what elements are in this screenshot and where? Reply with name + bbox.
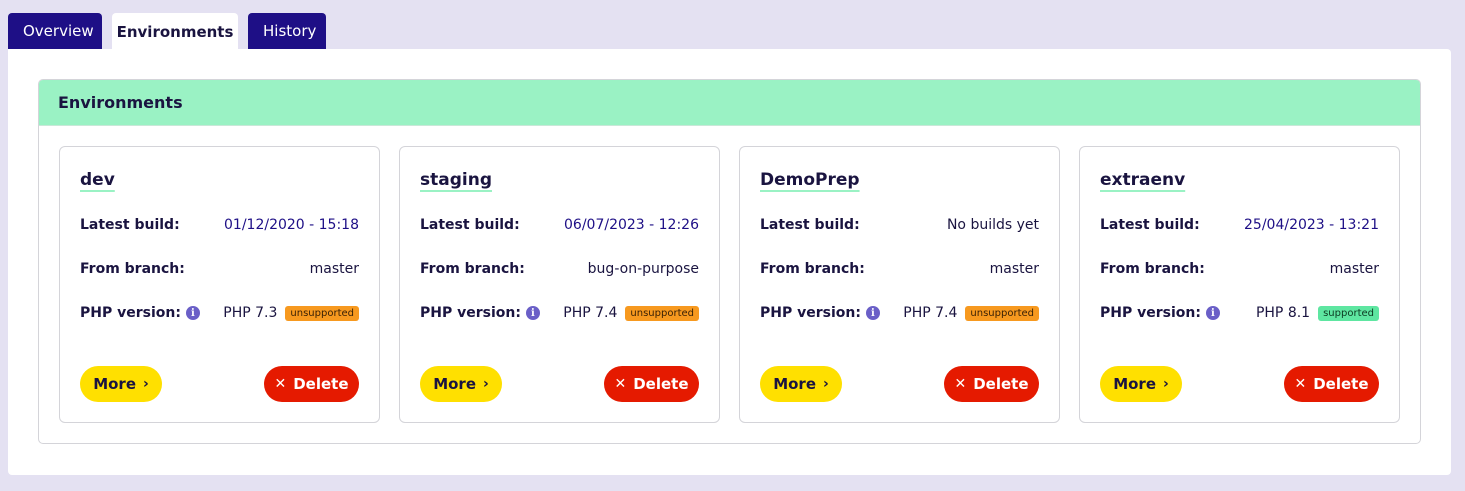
delete-button[interactable]: ✕ Delete: [1284, 366, 1379, 402]
environment-name[interactable]: extraenv: [1100, 170, 1185, 190]
delete-button[interactable]: ✕ Delete: [264, 366, 359, 402]
close-icon: ✕: [614, 376, 627, 392]
tab-environments[interactable]: Environments: [112, 13, 238, 50]
environment-name[interactable]: dev: [80, 170, 115, 190]
info-icon[interactable]: i: [185, 306, 200, 320]
php-version-label-text: PHP version:: [420, 305, 521, 321]
status-badge: unsupported: [625, 305, 699, 321]
latest-build-row: Latest build: 06/07/2023 - 12:26: [420, 217, 699, 233]
branch-label: From branch:: [1100, 261, 1205, 277]
environment-card: DemoPrep Latest build: No builds yet Fro…: [739, 146, 1060, 423]
latest-build-row: Latest build: No builds yet: [760, 217, 1039, 233]
latest-build-label: Latest build:: [80, 217, 180, 233]
latest-build-label: Latest build:: [760, 217, 860, 233]
php-version-row: PHP version: i PHP 7.4 unsupported: [420, 305, 699, 321]
status-badge: supported: [1318, 305, 1379, 321]
more-button-label: More: [93, 375, 137, 393]
section-title: Environments: [39, 80, 1420, 126]
latest-build-label: Latest build:: [1100, 217, 1200, 233]
tab-panel: Environments dev Latest build: 01/12/202…: [8, 49, 1451, 475]
close-icon: ✕: [1294, 376, 1307, 392]
php-version-value: PHP 7.4 unsupported: [903, 305, 1039, 321]
delete-button-label: Delete: [1313, 375, 1369, 393]
delete-button[interactable]: ✕ Delete: [944, 366, 1039, 402]
more-button[interactable]: More ›: [760, 366, 842, 402]
info-icon[interactable]: i: [1205, 306, 1220, 320]
chevron-right-icon: ›: [1163, 376, 1169, 392]
environment-card: staging Latest build: 06/07/2023 - 12:26…: [399, 146, 720, 423]
close-icon: ✕: [954, 376, 967, 392]
more-button-label: More: [773, 375, 817, 393]
close-icon: ✕: [274, 376, 287, 392]
chevron-right-icon: ›: [483, 376, 489, 392]
branch-row: From branch: master: [1100, 261, 1379, 277]
php-version-value: PHP 7.3 unsupported: [223, 305, 359, 321]
delete-button-label: Delete: [973, 375, 1029, 393]
more-button[interactable]: More ›: [80, 366, 162, 402]
php-version-label: PHP version: i: [80, 305, 200, 321]
php-version-text: PHP 7.4: [563, 305, 618, 321]
php-version-label-text: PHP version:: [80, 305, 181, 321]
latest-build-value: No builds yet: [946, 217, 1039, 233]
php-version-value: PHP 8.1 supported: [1256, 305, 1379, 321]
status-badge: unsupported: [285, 305, 359, 321]
tab-history[interactable]: History: [248, 13, 326, 49]
php-version-row: PHP version: i PHP 7.3 unsupported: [80, 305, 359, 321]
latest-build-value: 01/12/2020 - 15:18: [224, 217, 359, 233]
chevron-right-icon: ›: [143, 376, 149, 392]
more-button-label: More: [1113, 375, 1157, 393]
latest-build-row: Latest build: 25/04/2023 - 13:21: [1100, 217, 1379, 233]
branch-label: From branch:: [420, 261, 525, 277]
more-button[interactable]: More ›: [420, 366, 502, 402]
more-button-label: More: [433, 375, 477, 393]
branch-label: From branch:: [80, 261, 185, 277]
branch-value: bug-on-purpose: [587, 261, 699, 277]
tab-overview[interactable]: Overview: [8, 13, 102, 49]
branch-row: From branch: master: [80, 261, 359, 277]
status-badge: unsupported: [965, 305, 1039, 321]
php-version-label: PHP version: i: [760, 305, 880, 321]
php-version-text: PHP 7.3: [223, 305, 278, 321]
environments-section: Environments dev Latest build: 01/12/202…: [38, 79, 1421, 444]
environment-name[interactable]: staging: [420, 170, 492, 190]
environment-card: dev Latest build: 01/12/2020 - 15:18 Fro…: [59, 146, 380, 423]
php-version-row: PHP version: i PHP 8.1 supported: [1100, 305, 1379, 321]
delete-button-label: Delete: [293, 375, 349, 393]
php-version-value: PHP 7.4 unsupported: [563, 305, 699, 321]
latest-build-value: 06/07/2023 - 12:26: [564, 217, 699, 233]
delete-button-label: Delete: [633, 375, 689, 393]
branch-row: From branch: bug-on-purpose: [420, 261, 699, 277]
php-version-text: PHP 7.4: [903, 305, 958, 321]
info-icon[interactable]: i: [525, 306, 540, 320]
latest-build-value: 25/04/2023 - 13:21: [1244, 217, 1379, 233]
tab-bar: Overview Environments History: [8, 13, 326, 50]
php-version-text: PHP 8.1: [1255, 305, 1311, 321]
delete-button[interactable]: ✕ Delete: [604, 366, 699, 402]
latest-build-label: Latest build:: [420, 217, 520, 233]
more-button[interactable]: More ›: [1100, 366, 1182, 402]
environment-card: extraenv Latest build: 25/04/2023 - 13:2…: [1079, 146, 1400, 423]
branch-value: master: [1329, 261, 1379, 277]
php-version-label-text: PHP version:: [760, 305, 861, 321]
php-version-label-text: PHP version:: [1100, 305, 1201, 321]
branch-label: From branch:: [760, 261, 865, 277]
environment-name[interactable]: DemoPrep: [760, 170, 860, 190]
branch-value: master: [989, 261, 1039, 277]
php-version-label: PHP version: i: [420, 305, 540, 321]
php-version-row: PHP version: i PHP 7.4 unsupported: [760, 305, 1039, 321]
info-icon[interactable]: i: [865, 306, 880, 320]
branch-value: master: [309, 261, 359, 277]
environment-cards: dev Latest build: 01/12/2020 - 15:18 Fro…: [59, 146, 1400, 423]
chevron-right-icon: ›: [823, 376, 829, 392]
latest-build-row: Latest build: 01/12/2020 - 15:18: [80, 217, 359, 233]
php-version-label: PHP version: i: [1100, 305, 1220, 321]
branch-row: From branch: master: [760, 261, 1039, 277]
